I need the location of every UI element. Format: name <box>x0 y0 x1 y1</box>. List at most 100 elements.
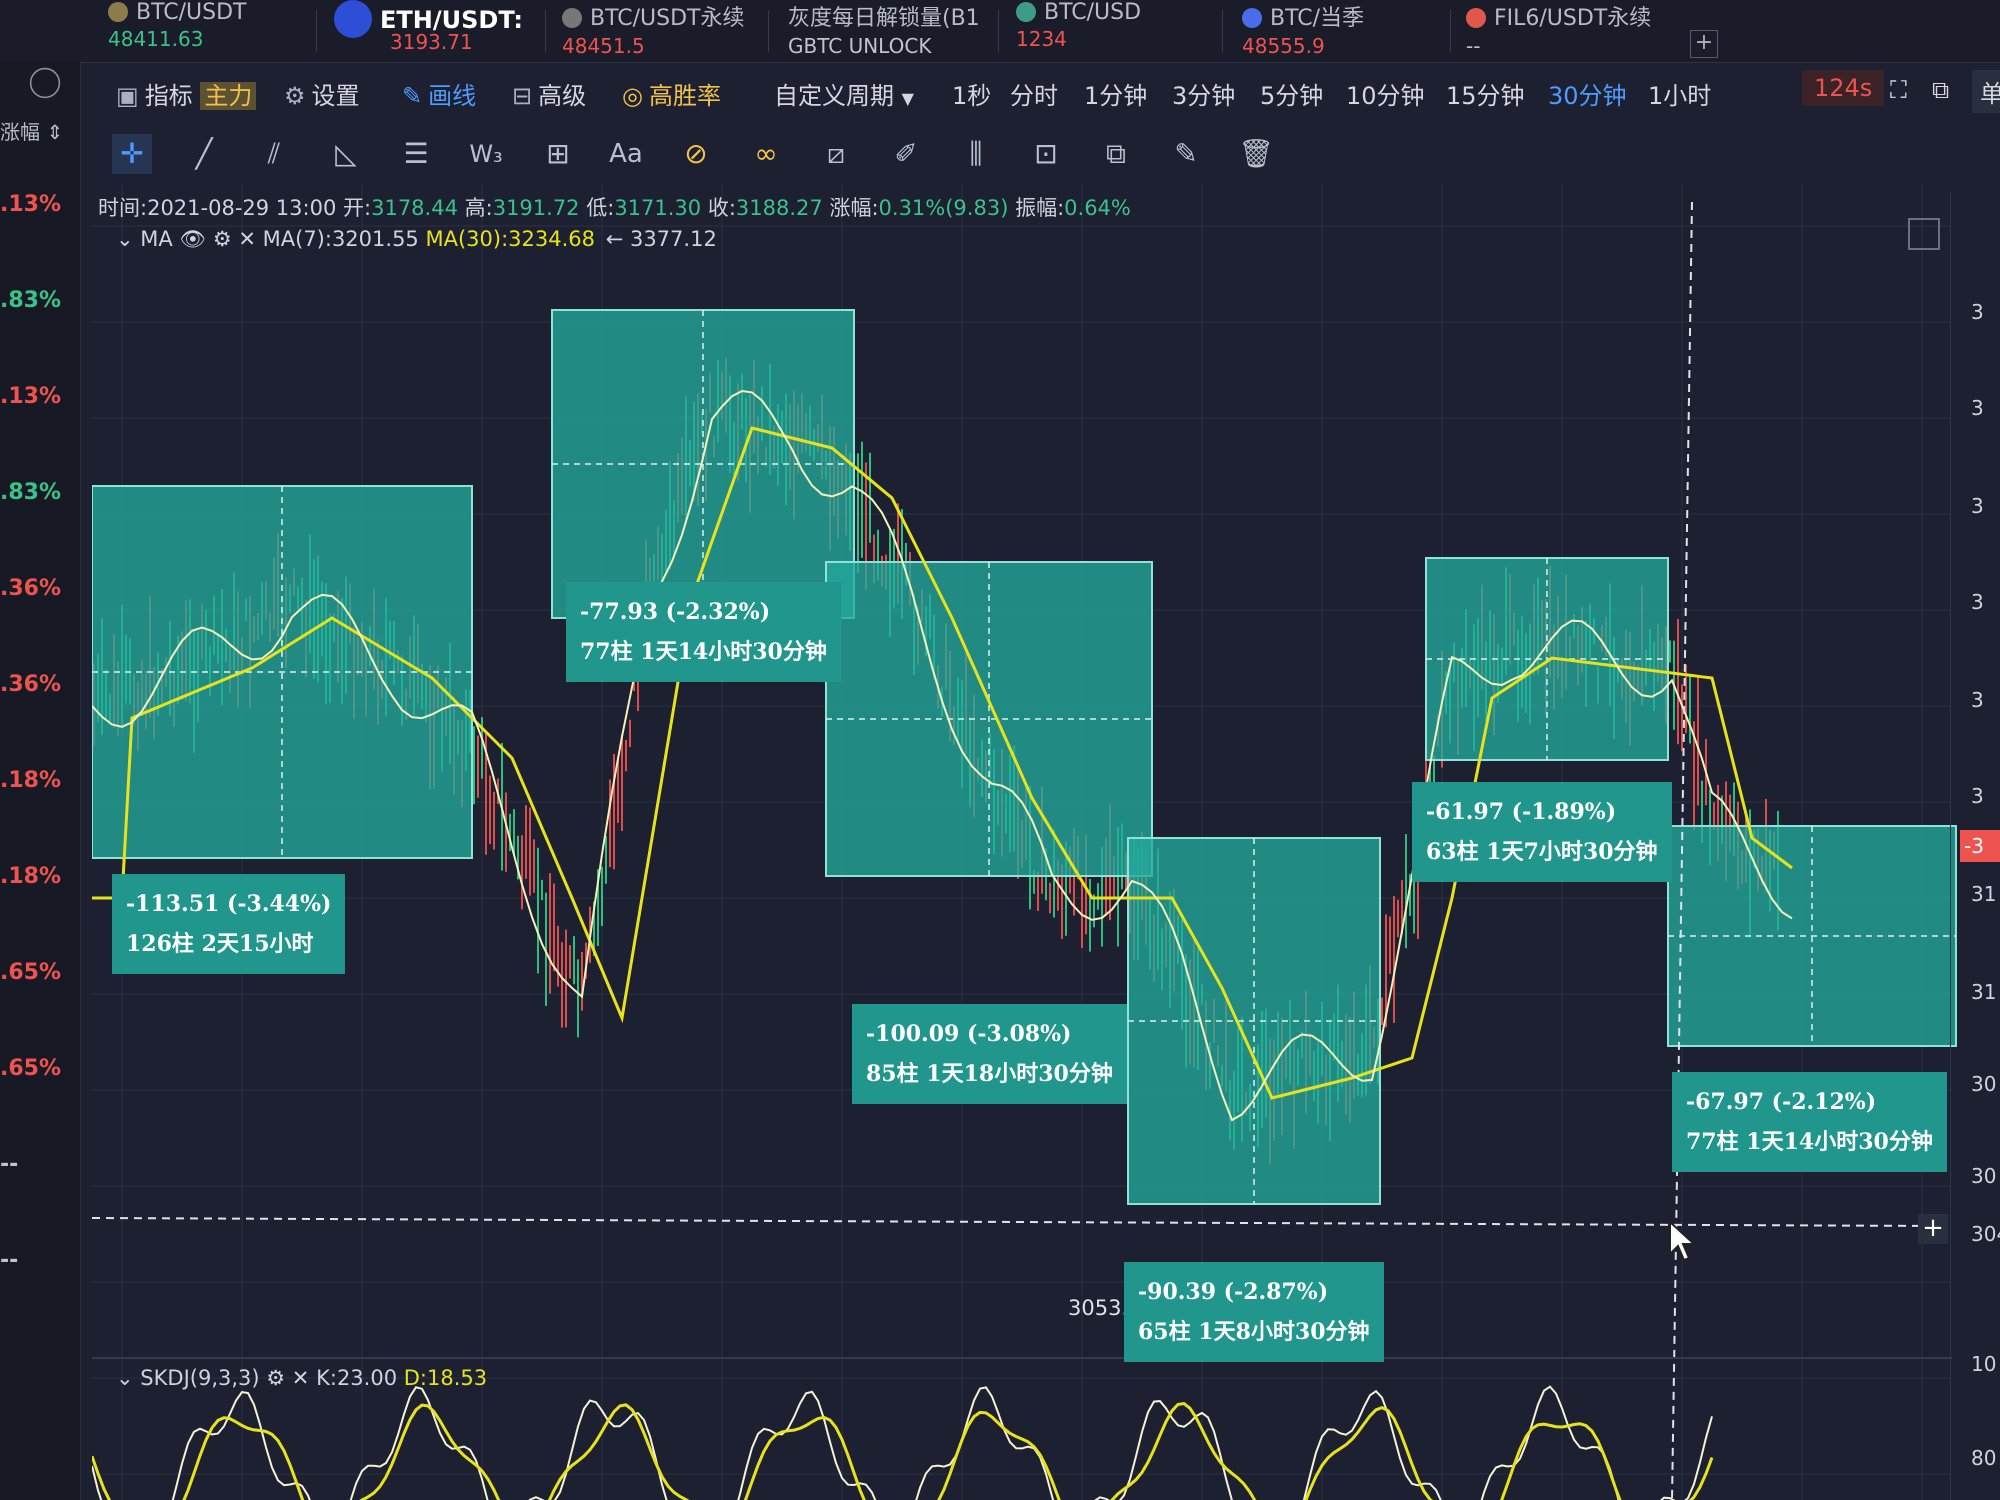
period-tab[interactable]: 1小时 <box>1648 76 1711 111</box>
change-row[interactable]: .83% <box>0 480 78 505</box>
current-price-tag: -3 <box>1960 830 2000 862</box>
price-tick: 30 <box>1971 1072 1997 1096</box>
ticker-item[interactable]: BTC/USDT永续 48451.5 <box>562 0 744 62</box>
ticker-item[interactable]: ETH/USDT: 3193.71 <box>334 0 523 62</box>
crosshair-icon[interactable]: ✛ <box>112 134 152 174</box>
advanced-button[interactable]: ⊟ 高级 <box>512 76 586 111</box>
ticker-item[interactable]: BTC/USDT 48411.63 <box>108 0 246 62</box>
amplitude-label: 振幅: <box>1015 196 1065 220</box>
range-label[interactable]: -90.39 (-2.87%) 65柱 1天8小时30分钟 <box>1124 1262 1384 1362</box>
period-tab[interactable]: 1分钟 <box>1084 76 1147 111</box>
ticker-price: GBTC UNLOCK <box>788 34 932 58</box>
period-tab[interactable]: 15分钟 <box>1446 76 1525 111</box>
low-label: 低: <box>586 196 615 220</box>
period-tab[interactable]: 1秒 <box>952 76 991 111</box>
chevron-down-icon[interactable]: ⌄ <box>116 1366 134 1390</box>
copy-icon[interactable]: ⧉ <box>1096 134 1136 174</box>
bars-icon[interactable]: ⫼ <box>956 134 996 174</box>
custom-period-dropdown[interactable]: 自定义周期 ▼ <box>774 76 914 111</box>
link-icon[interactable]: ∞ <box>746 134 786 174</box>
eraser-icon[interactable]: ✐ <box>886 134 926 174</box>
add-alert-icon[interactable]: + <box>1918 1214 1948 1244</box>
horizontal-lines-icon[interactable]: ☰ <box>396 134 436 174</box>
settings-label: 设置 <box>311 82 360 110</box>
ticker-item[interactable]: BTC/当季 48555.9 <box>1242 0 1364 62</box>
text-tool-icon[interactable]: Aa <box>606 134 646 174</box>
change-row[interactable]: .13% <box>0 384 78 409</box>
box-tool-icon[interactable]: ⊞ <box>538 134 578 174</box>
change-row[interactable]: .18% <box>0 864 78 889</box>
close-icon[interactable]: ✕ <box>238 227 256 251</box>
high-marker: ← 3377.12 <box>605 227 717 251</box>
wave-tool-icon[interactable]: W₃ <box>466 134 506 174</box>
skdj-name: SKDJ(9,3,3) <box>140 1366 260 1390</box>
close-icon[interactable]: ✕ <box>292 1366 310 1390</box>
change-header[interactable]: 涨幅 ⇕ <box>0 116 63 145</box>
change-row[interactable]: .18% <box>0 768 78 793</box>
ticker-name: BTC/USD <box>1044 0 1142 25</box>
change-row[interactable]: .36% <box>0 672 78 697</box>
period-tab[interactable]: 分时 <box>1010 76 1058 111</box>
change-row[interactable]: .13% <box>0 192 78 217</box>
change-row[interactable]: .65% <box>0 1056 78 1081</box>
range-label[interactable]: -67.97 (-2.12%) 77柱 1天14小时30分钟 <box>1672 1072 1947 1172</box>
winrate-button[interactable]: ◎ 高胜率 <box>622 76 721 111</box>
gear-icon[interactable]: ⚙ <box>213 227 232 251</box>
divider <box>1222 10 1223 52</box>
indicator-label: 指标 <box>144 82 193 110</box>
ticker-price: 48555.9 <box>1242 34 1325 58</box>
ticker-name: FIL6/USDT永续 <box>1494 6 1652 31</box>
close-value: 3188.27 <box>735 196 823 220</box>
price-tick: 3 <box>1971 300 1984 324</box>
lock-icon[interactable]: ⊡ <box>1026 134 1066 174</box>
ticker-item[interactable]: FIL6/USDT永续 -- <box>1466 0 1651 62</box>
eye-icon[interactable]: 👁 <box>179 227 206 251</box>
chevron-down-icon[interactable]: ⌄ <box>116 227 134 251</box>
range-label[interactable]: -77.93 (-2.32%) 77柱 1天14小时30分钟 <box>566 582 841 682</box>
ticker-name: BTC/当季 <box>1270 6 1365 31</box>
add-tab-icon[interactable]: + <box>1690 30 1718 58</box>
expand-icon[interactable] <box>1908 218 1940 250</box>
magnet-icon[interactable]: ⊘ <box>676 134 716 174</box>
skdj-k-value: K:23.00 <box>316 1366 398 1390</box>
change-row[interactable]: .83% <box>0 288 78 313</box>
single-button[interactable]: 单 <box>1972 70 2000 113</box>
ticker-name: BTC/USDT永续 <box>590 6 745 31</box>
settings-button[interactable]: ⚙ 设置 <box>284 76 360 111</box>
ticker-name: 灰度每日解锁量(B1 <box>788 6 980 31</box>
ruler-icon[interactable]: ⧄ <box>816 134 856 174</box>
parallel-line-icon[interactable]: ⫽ <box>254 134 294 174</box>
edit-icon[interactable]: ✎ <box>1166 134 1206 174</box>
period-tab[interactable]: 5分钟 <box>1260 76 1323 111</box>
high-value: 3191.72 <box>492 196 580 220</box>
divider <box>998 10 999 52</box>
ma30-value: MA(30):3234.68 <box>425 227 595 251</box>
price-tick: 304 <box>1971 1222 2000 1246</box>
indicator-button[interactable]: ▣ 指标 主力 <box>116 76 257 111</box>
time-value: 2021-08-29 13:00 <box>147 196 337 220</box>
fullscreen-icon[interactable]: ⛶ <box>1890 76 1907 104</box>
candlestick-chart[interactable] <box>92 186 2000 1500</box>
divider <box>545 10 546 52</box>
angle-tool-icon[interactable]: ◺ <box>326 134 366 174</box>
skdj-k-line <box>92 1385 1713 1500</box>
period-tab[interactable]: 30分钟 <box>1548 76 1627 111</box>
draw-button[interactable]: ✎ 画线 <box>402 76 476 111</box>
price-tick: 31 <box>1971 882 1997 906</box>
trash-icon[interactable]: 🗑 <box>1236 134 1276 174</box>
change-row[interactable]: .65% <box>0 960 78 985</box>
change-row[interactable]: .36% <box>0 576 78 601</box>
window-icon[interactable]: ⧉ <box>1932 76 1949 104</box>
ticker-item[interactable]: BTC/USD 1234 <box>1016 0 1141 62</box>
change-row[interactable]: -- <box>0 1248 78 1273</box>
gear-icon[interactable]: ⚙ <box>266 1366 285 1390</box>
range-label[interactable]: -61.97 (-1.89%) 63柱 1天7小时30分钟 <box>1412 782 1672 882</box>
line-tool-icon[interactable]: ╱ <box>184 134 224 174</box>
range-label[interactable]: -100.09 (-3.08%) 85柱 1天18小时30分钟 <box>852 1004 1127 1104</box>
period-tab[interactable]: 10分钟 <box>1346 76 1425 111</box>
change-row[interactable]: -- <box>0 1152 78 1177</box>
ticker-item[interactable]: 灰度每日解锁量(B1 GBTC UNLOCK <box>788 0 980 62</box>
period-tab[interactable]: 3分钟 <box>1172 76 1235 111</box>
range-label[interactable]: -113.51 (-3.44%) 126柱 2天15小时 <box>112 874 346 974</box>
settings-icon[interactable] <box>29 67 61 99</box>
